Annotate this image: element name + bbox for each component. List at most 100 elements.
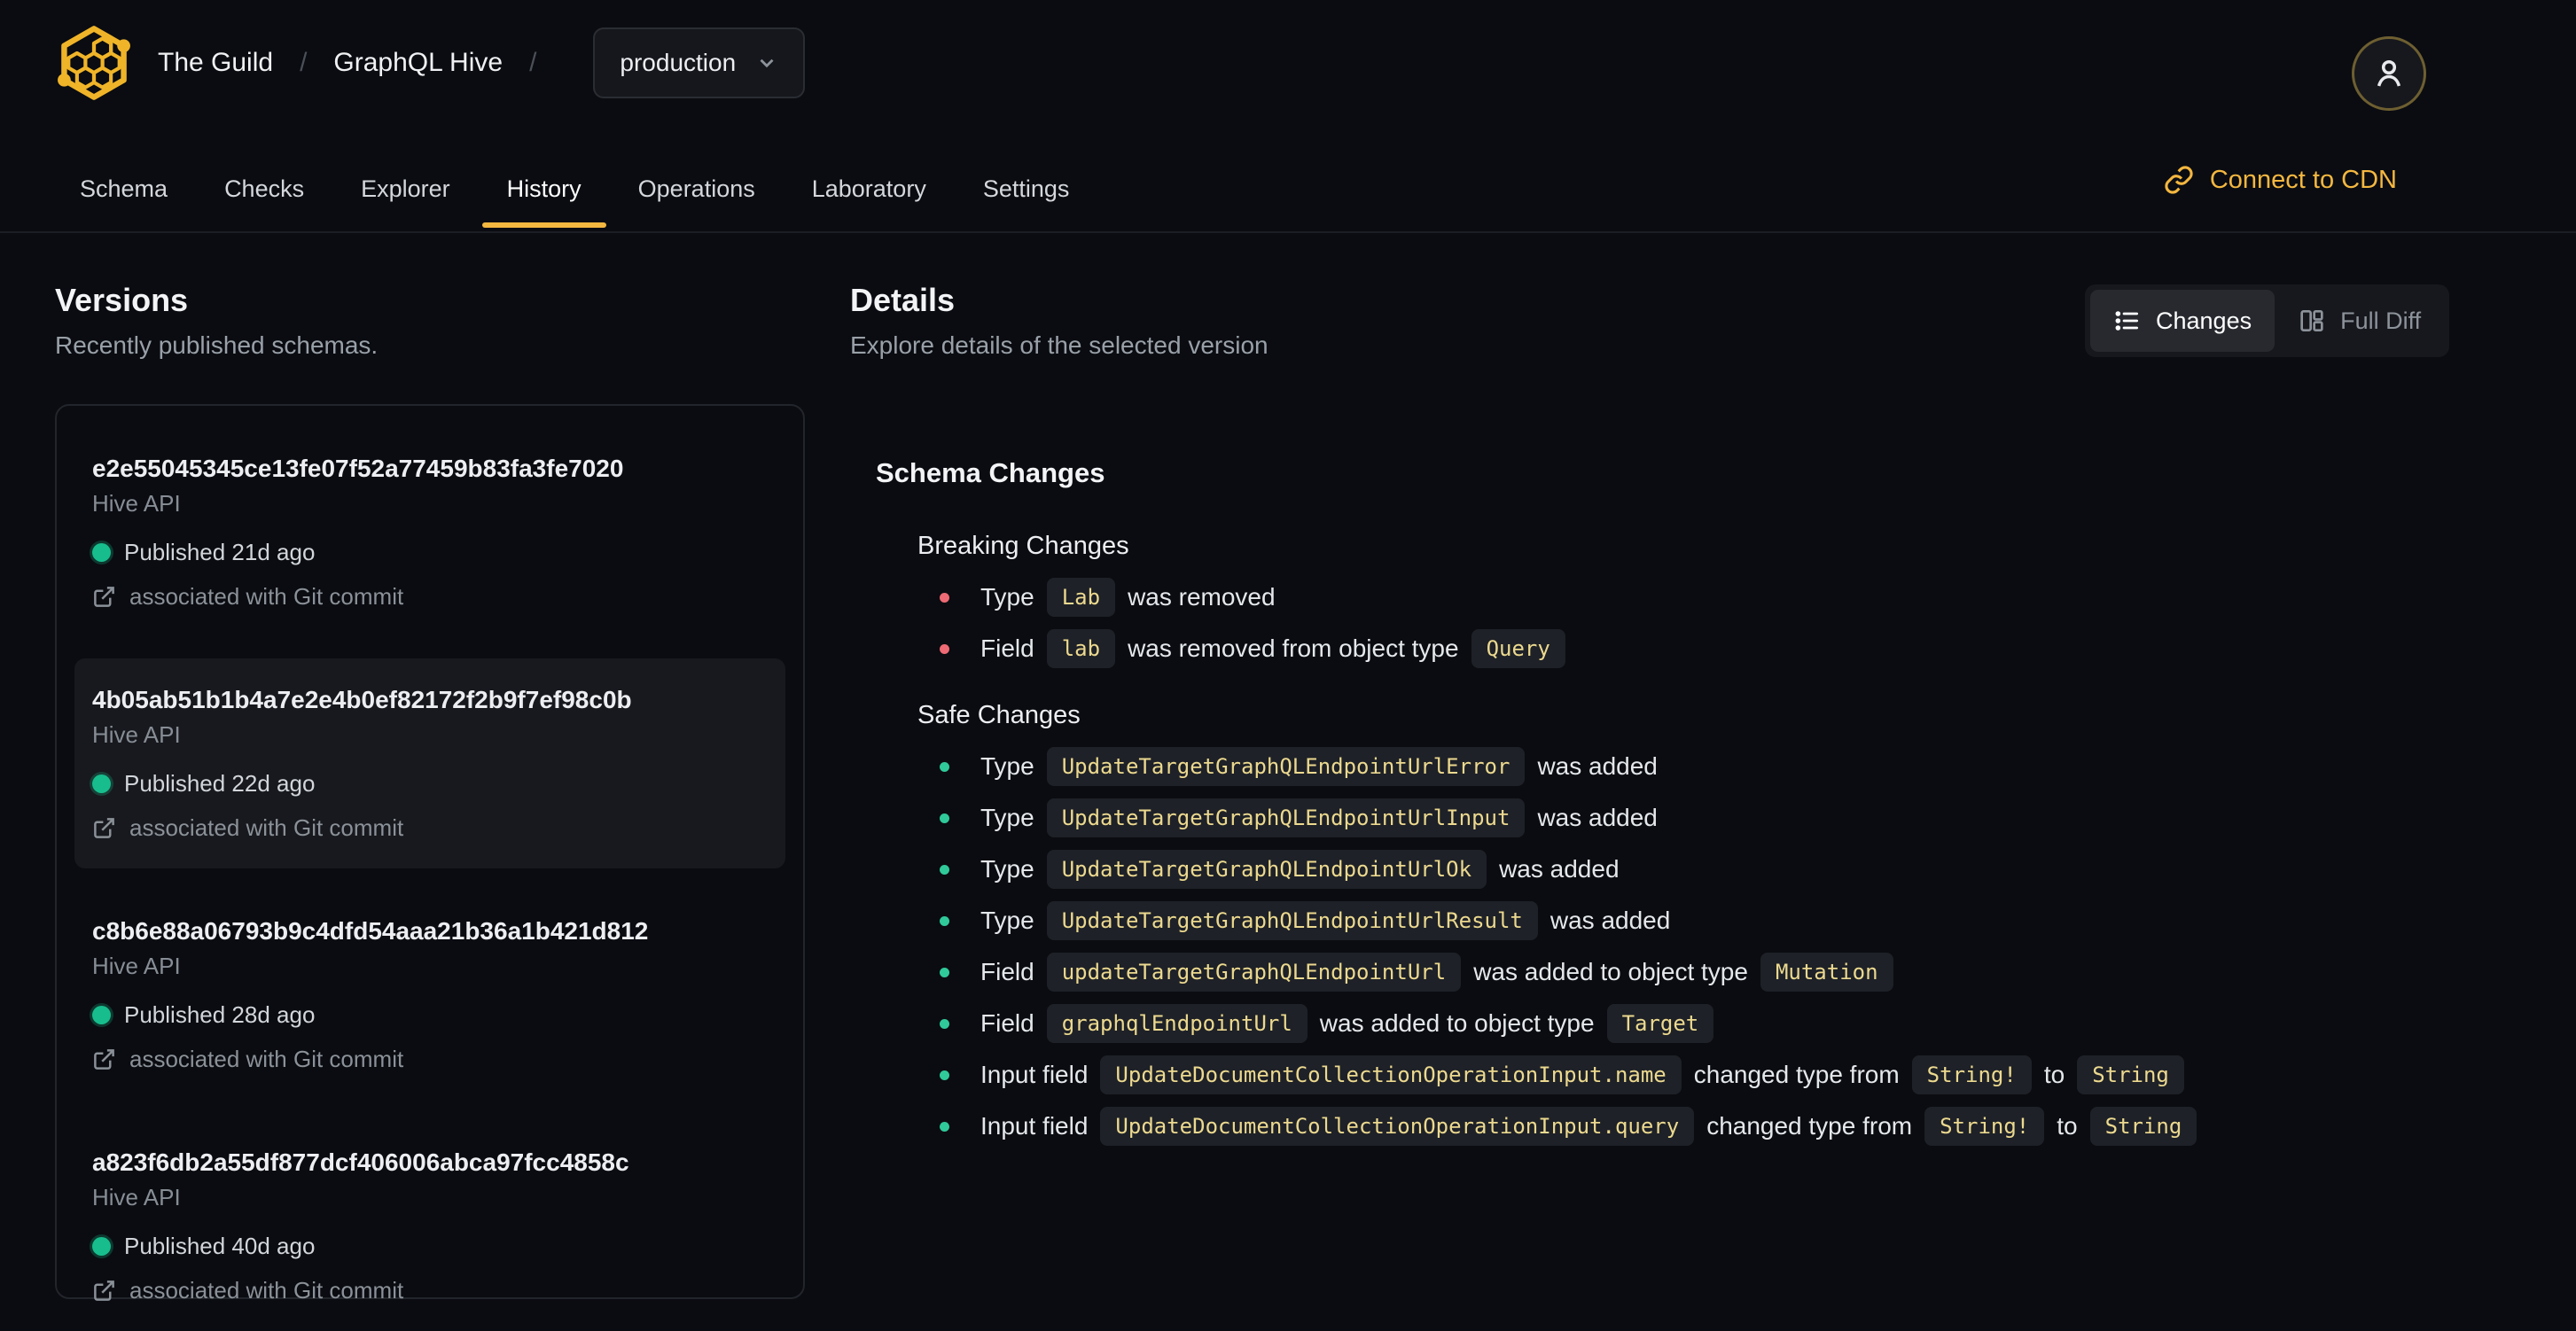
schema-token: Target — [1606, 1004, 1714, 1043]
change-text: was added to object type — [1319, 1009, 1595, 1037]
target-selector-label: production — [620, 49, 737, 76]
version-published-status: Published 28d ago — [92, 1001, 768, 1029]
version-service-name: Hive API — [92, 721, 181, 748]
tab-checks[interactable]: Checks — [199, 146, 329, 231]
schema-token: UpdateDocumentCollectionOperationInput.n… — [1100, 1055, 1682, 1094]
tab-settings[interactable]: Settings — [958, 146, 1095, 231]
change-text: Type — [980, 855, 1034, 883]
git-commit-label: associated with Git commit — [129, 1046, 404, 1072]
schema-change-row: Type UpdateTargetGraphQLEndpointUrlError w… — [940, 747, 2446, 786]
published-status-label: Published 40d ago — [124, 1233, 316, 1259]
details-view-toggle: Changes Full Diff — [2085, 284, 2450, 357]
published-status-label: Published 22d ago — [124, 770, 316, 797]
published-status-label: Published 28d ago — [124, 1001, 316, 1028]
schema-token: UpdateTargetGraphQLEndpointUrlOk — [1046, 850, 1487, 889]
published-status-dot — [92, 1237, 111, 1256]
version-service-name: Hive API — [92, 953, 181, 979]
change-text: was added — [1550, 907, 1671, 934]
breadcrumb-separator: / — [300, 48, 308, 77]
version-hash: a823f6db2a55df877dcf406006abca97fcc4858c — [92, 1148, 629, 1176]
tab-history[interactable]: History — [481, 146, 606, 231]
external-link-icon — [94, 1280, 114, 1301]
schema-changes-title: Schema Changes — [876, 457, 1105, 488]
change-text: Type — [980, 583, 1034, 611]
published-status-dot — [92, 774, 111, 793]
schema-change-row: Input field UpdateDocumentCollectionOpera… — [940, 1107, 2446, 1146]
change-bullet — [940, 915, 949, 926]
tab-operations[interactable]: Operations — [613, 146, 780, 231]
change-text: Field — [980, 1009, 1034, 1037]
breadcrumb-separator: / — [529, 48, 537, 77]
versions-list: e2e55045345ce13fe07f52a77459b83fa3fe7020… — [55, 404, 805, 1304]
version-published-status: Published 40d ago — [92, 1233, 768, 1260]
schema-change-row: Input field UpdateDocumentCollectionOpera… — [940, 1055, 2446, 1094]
schema-changes-section: Schema Changes Breaking Changes Type Lab w… — [850, 457, 2446, 1146]
breadcrumb-org[interactable]: The Guild — [158, 48, 273, 78]
published-status-dot — [92, 1006, 111, 1024]
published-status-dot — [92, 543, 111, 562]
user-icon — [2377, 59, 2401, 87]
external-link-icon — [94, 1049, 114, 1070]
version-list-item[interactable]: a823f6db2a55df877dcf406006abca97fcc4858c… — [74, 1121, 785, 1331]
version-hash: 4b05ab51b1b4a7e2e4b0ef82172f2b9f7ef98c0b — [92, 686, 632, 713]
full-diff-view-label: Full Diff — [2340, 307, 2422, 334]
change-text: to — [2057, 1112, 2078, 1140]
git-commit-label: associated with Git commit — [129, 583, 404, 610]
full-diff-view-button[interactable]: Full Diff — [2275, 290, 2444, 352]
user-menu-button[interactable] — [2352, 36, 2426, 111]
breadcrumb-project[interactable]: GraphQL Hive — [333, 48, 503, 78]
schema-change-row: Type UpdateTargetGraphQLEndpointUrlOk was … — [940, 850, 2446, 889]
git-commit-link[interactable]: associated with Git commit — [92, 583, 768, 611]
tab-schema[interactable]: Schema — [55, 146, 192, 231]
hive-logo-icon[interactable] — [53, 22, 135, 104]
change-text: Input field — [980, 1061, 1089, 1088]
schema-token: String! — [1911, 1055, 2032, 1094]
tab-explorer[interactable]: Explorer — [336, 146, 475, 231]
chevron-down-icon — [760, 58, 774, 68]
schema-change-row: Type Lab was removed — [940, 578, 2446, 617]
change-text: Type — [980, 907, 1034, 934]
target-selector[interactable]: production — [593, 27, 806, 98]
git-commit-link[interactable]: associated with Git commit — [92, 1277, 768, 1304]
version-list-item[interactable]: e2e55045345ce13fe07f52a77459b83fa3fe7020… — [74, 427, 785, 637]
safe-changes-title: Safe Changes — [917, 701, 1081, 729]
change-text: Field — [980, 958, 1034, 985]
schema-token: String! — [1924, 1107, 2045, 1146]
schema-change-row: Type UpdateTargetGraphQLEndpointUrlInput w… — [940, 798, 2446, 837]
change-bullet — [940, 761, 949, 772]
change-text: Input field — [980, 1112, 1089, 1140]
external-link-icon — [94, 818, 114, 838]
git-commit-link[interactable]: associated with Git commit — [92, 1046, 768, 1073]
change-text: was removed from object type — [1128, 634, 1459, 662]
details-panel: Details Explore details of the selected … — [850, 282, 2446, 1146]
connect-to-cdn-link[interactable]: Connect to CDN — [2164, 165, 2397, 195]
schema-token: String — [2077, 1055, 2184, 1094]
change-text: Type — [980, 752, 1034, 780]
main-nav: Schema Checks Explorer History Operations Lab… — [55, 146, 1101, 231]
change-bullet — [940, 1121, 949, 1132]
git-commit-label: associated with Git commit — [129, 1277, 404, 1304]
schema-change-row: Type UpdateTargetGraphQLEndpointUrlResult… — [940, 901, 2446, 940]
schema-token: graphqlEndpointUrl — [1046, 1004, 1308, 1043]
schema-token: lab — [1046, 629, 1116, 668]
version-published-status: Published 22d ago — [92, 770, 768, 798]
tab-laboratory[interactable]: Laboratory — [787, 146, 951, 231]
version-hash: e2e55045345ce13fe07f52a77459b83fa3fe7020 — [92, 455, 624, 482]
version-list-item[interactable]: 4b05ab51b1b4a7e2e4b0ef82172f2b9f7ef98c0b… — [74, 658, 785, 868]
connect-to-cdn-label: Connect to CDN — [2209, 165, 2397, 194]
schema-token: Query — [1471, 629, 1565, 668]
change-text: to — [2043, 1061, 2065, 1088]
diff-columns-icon — [2300, 310, 2323, 331]
changes-view-button[interactable]: Changes — [2090, 290, 2275, 352]
version-service-name: Hive API — [92, 490, 181, 517]
change-text: was added — [1499, 855, 1620, 883]
change-text: was added — [1537, 752, 1658, 780]
version-list-item[interactable]: c8b6e88a06793b9c4dfd54aaa21b36a1b421d812… — [74, 890, 785, 1100]
change-bullet — [940, 864, 949, 875]
schema-token: UpdateDocumentCollectionOperationInput.q… — [1100, 1107, 1695, 1146]
git-commit-link[interactable]: associated with Git commit — [92, 814, 768, 842]
schema-token: String — [2089, 1107, 2197, 1146]
schema-token: Lab — [1046, 578, 1116, 617]
change-bullet — [940, 1070, 949, 1080]
version-published-status: Published 21d ago — [92, 539, 768, 566]
